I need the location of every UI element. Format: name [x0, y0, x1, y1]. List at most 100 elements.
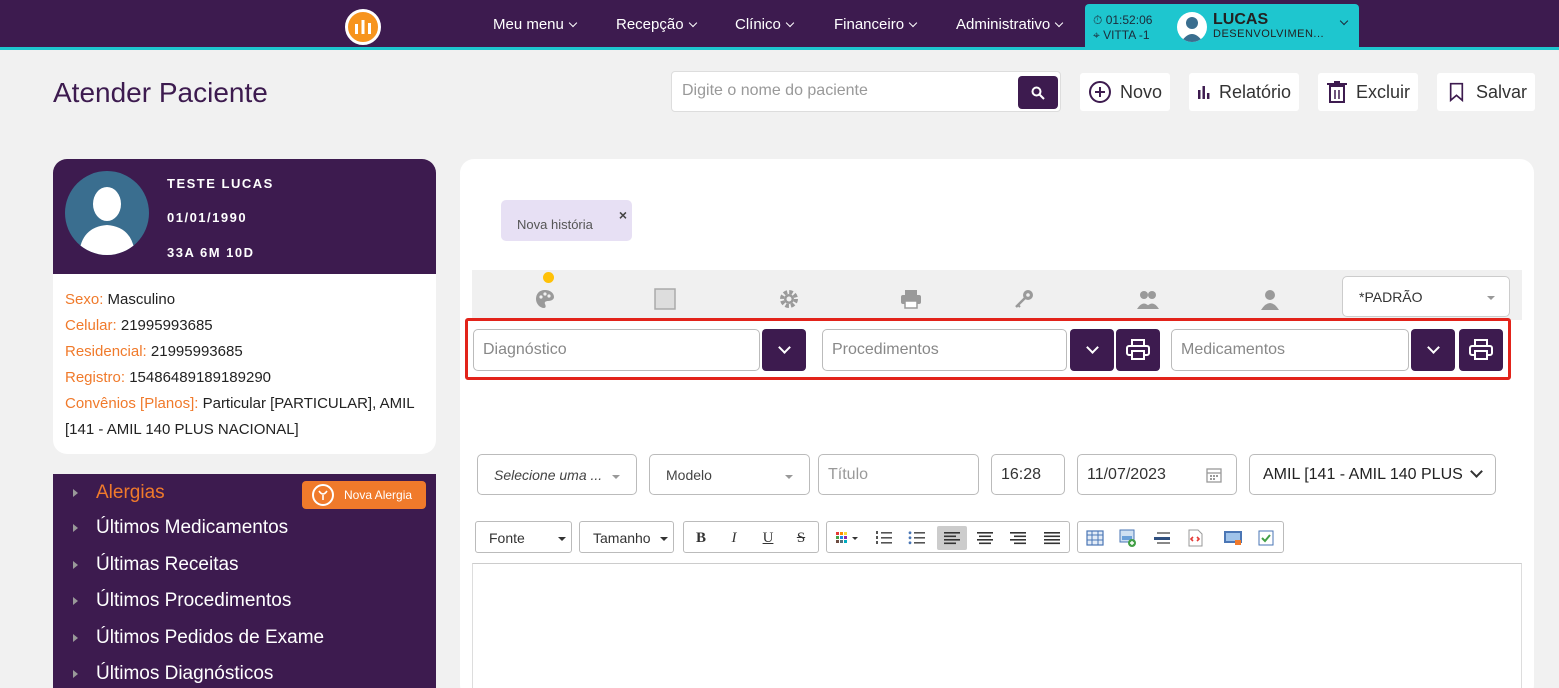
nav-clinico[interactable]: Clínico [735, 16, 795, 33]
bar-chart-icon [1197, 86, 1210, 99]
menu-item-diagnosticos[interactable]: Últimos Diagnósticos [73, 663, 273, 685]
bold-button[interactable]: B [688, 526, 714, 550]
caret-down-icon [612, 475, 620, 479]
convenio-select[interactable]: AMIL [141 - AMIL 140 PLUS N [1249, 454, 1496, 495]
printer-icon[interactable] [899, 287, 923, 311]
align-justify-icon[interactable] [1039, 526, 1065, 550]
select-value: Modelo [666, 467, 712, 483]
search-input[interactable] [682, 82, 1012, 100]
app-logo[interactable] [345, 9, 381, 45]
patient-age: 33A 6M 10D [167, 245, 255, 260]
close-icon[interactable]: × [619, 207, 627, 223]
medicamentos-input[interactable] [1181, 341, 1394, 359]
menu-item-exames[interactable]: Últimos Pedidos de Exame [73, 627, 324, 649]
underline-button[interactable]: U [755, 526, 781, 550]
relatorio-button[interactable]: Relatório [1189, 73, 1299, 111]
format-group: B I U S [683, 521, 819, 553]
tab-nova-historia[interactable]: Nova história × [501, 200, 632, 241]
key-icon[interactable] [1012, 287, 1036, 311]
medicamentos-dropdown-button[interactable] [1411, 329, 1455, 371]
novo-button[interactable]: Novo [1080, 73, 1170, 111]
unit-name: VITTA -1 [1103, 28, 1150, 42]
notification-dot [543, 272, 554, 283]
font-dropdown[interactable]: Fonte [475, 521, 572, 553]
procedimentos-input[interactable] [832, 341, 1051, 359]
procedimentos-print-button[interactable] [1116, 329, 1160, 371]
nav-label: Administrativo [956, 16, 1051, 33]
insert-image-icon[interactable] [1115, 526, 1141, 550]
hora-input[interactable] [1001, 466, 1063, 484]
align-center-icon[interactable] [972, 526, 998, 550]
user-name: LUCAS [1213, 11, 1269, 28]
unordered-list-icon[interactable] [904, 526, 930, 550]
procedimentos-field [822, 329, 1067, 371]
source-code-icon[interactable] [1182, 526, 1208, 550]
avatar [1177, 12, 1207, 42]
unit-label: ⌖ VITTA -1 [1093, 28, 1150, 42]
selecione-select[interactable]: Selecione uma ... [477, 454, 637, 495]
nav-recepcao[interactable]: Recepção [616, 16, 697, 33]
menu-label: Últimos Medicamentos [96, 517, 289, 538]
user-menu[interactable]: ⏱ 01:52:06 ⌖ VITTA -1 LUCAS DESENVOLVIME… [1085, 4, 1359, 50]
allergy-icon [312, 484, 334, 506]
nav-administrativo[interactable]: Administrativo [956, 16, 1064, 33]
palette-icon[interactable] [533, 287, 557, 311]
size-dropdown[interactable]: Tamanho [579, 521, 674, 553]
insert-media-icon[interactable] [1220, 526, 1246, 550]
info-label: Celular: [65, 317, 117, 334]
hora-field [991, 454, 1065, 495]
diagnostico-input[interactable] [483, 341, 740, 359]
person-icon[interactable] [1258, 287, 1282, 311]
align-left-icon[interactable] [937, 526, 967, 550]
table-icon[interactable] [1082, 526, 1108, 550]
search-button[interactable] [1018, 76, 1058, 109]
square-icon[interactable] [653, 287, 677, 311]
rich-text-editor[interactable] [472, 563, 1522, 688]
diagnostico-dropdown-button[interactable] [762, 329, 806, 371]
caret-down-icon [785, 475, 793, 479]
info-label: Residencial: [65, 343, 147, 360]
nova-alergia-button[interactable]: Nova Alergia [302, 481, 426, 509]
gear-icon[interactable] [777, 287, 801, 311]
dropdown-label: Fonte [489, 530, 525, 546]
chevron-down-icon [1339, 16, 1349, 26]
horizontal-rule-icon[interactable] [1149, 526, 1175, 550]
excluir-button[interactable]: Excluir [1318, 73, 1418, 111]
template-select[interactable]: *PADRÃO [1342, 276, 1510, 317]
button-label: Excluir [1355, 81, 1410, 102]
menu-item-medicamentos[interactable]: Últimos Medicamentos [73, 517, 288, 539]
session-time: 01:52:06 [1105, 13, 1153, 27]
chevron-down-icon [568, 18, 578, 27]
caret-down-icon [660, 537, 668, 541]
nav-label: Recepção [616, 16, 684, 33]
menu-item-procedimentos[interactable]: Últimos Procedimentos [73, 590, 291, 612]
nav-financeiro[interactable]: Financeiro [834, 16, 918, 33]
data-field [1077, 454, 1237, 495]
info-label: Convênios [Planos]: [65, 395, 199, 412]
patient-card-header: TESTE LUCAS 01/01/1990 33A 6M 10D [53, 159, 436, 274]
caret-down-icon [558, 537, 566, 541]
align-right-icon[interactable] [1005, 526, 1031, 550]
strikethrough-button[interactable]: S [788, 526, 814, 550]
users-icon[interactable] [1136, 287, 1160, 311]
modelo-select[interactable]: Modelo [649, 454, 810, 495]
titulo-field [818, 454, 979, 495]
caret-right-icon [73, 597, 78, 605]
salvar-button[interactable]: Salvar [1437, 73, 1535, 111]
chevron-down-icon [1426, 341, 1440, 354]
ordered-list-icon[interactable] [871, 526, 897, 550]
calendar-icon [1206, 468, 1222, 483]
menu-item-alergias[interactable]: Alergias [73, 482, 165, 504]
button-label: Nova Alergia [344, 488, 413, 502]
printer-icon [1126, 339, 1150, 360]
menu-label: Últimas Receitas [96, 554, 239, 575]
italic-button[interactable]: I [721, 526, 747, 550]
titulo-input[interactable] [828, 466, 964, 484]
procedimentos-dropdown-button[interactable] [1070, 329, 1114, 371]
data-input[interactable] [1087, 466, 1197, 484]
nav-meu-menu[interactable]: Meu menu [493, 16, 578, 33]
checkbox-icon[interactable] [1253, 526, 1279, 550]
color-picker-icon[interactable] [831, 526, 865, 550]
medicamentos-print-button[interactable] [1459, 329, 1503, 371]
menu-item-receitas[interactable]: Últimas Receitas [73, 554, 239, 576]
